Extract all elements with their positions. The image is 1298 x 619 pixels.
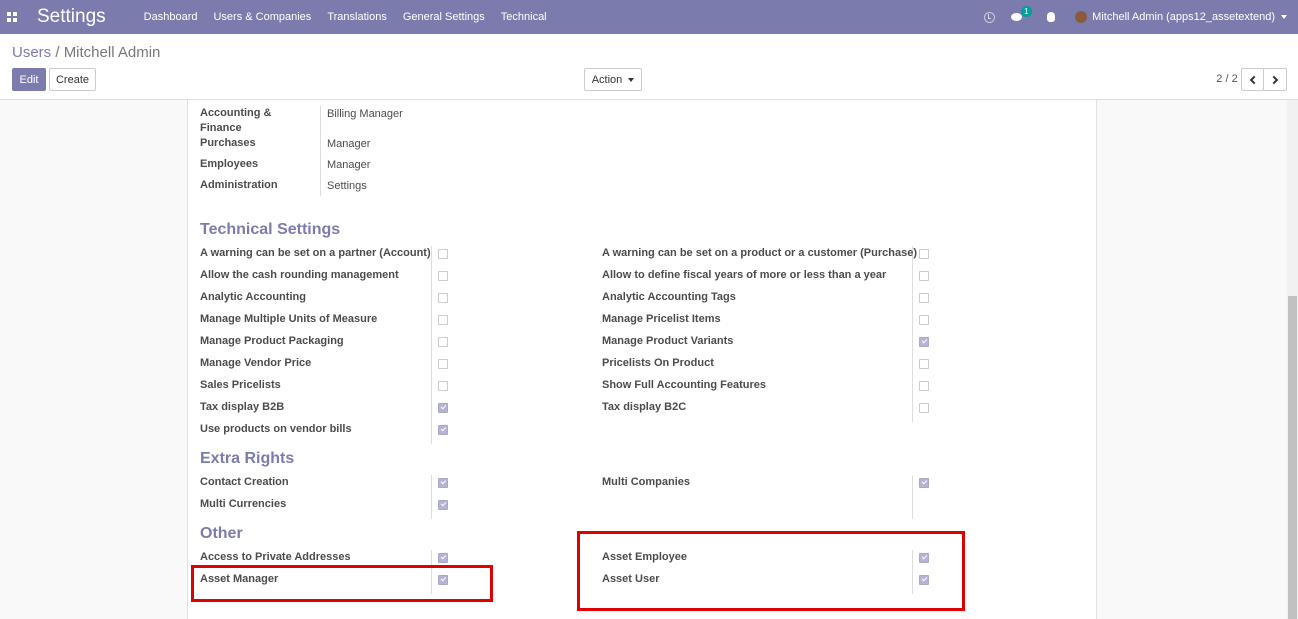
setting-checkbox[interactable] bbox=[919, 403, 929, 413]
setting-label: Sales Pricelists bbox=[200, 379, 281, 391]
breadcrumb-current: Mitchell Admin bbox=[63, 44, 161, 61]
setting-checkbox[interactable] bbox=[438, 425, 448, 435]
scrollbar-thumb[interactable] bbox=[1288, 296, 1297, 619]
setting-label: Tax display B2C bbox=[602, 401, 687, 413]
caret-down-icon bbox=[628, 77, 635, 82]
app-right-label-administration: Administration bbox=[200, 179, 278, 191]
setting-label: Manage Product Variants bbox=[602, 335, 734, 347]
setting-checkbox[interactable] bbox=[438, 553, 448, 563]
setting-checkbox[interactable] bbox=[438, 478, 448, 488]
app-right-label-purchases: Purchases bbox=[200, 137, 256, 149]
column-separator bbox=[912, 246, 913, 422]
caret-down-icon[interactable] bbox=[1281, 15, 1287, 19]
setting-checkbox[interactable] bbox=[919, 249, 929, 259]
column-separator bbox=[912, 475, 913, 519]
setting-label: Contact Creation bbox=[200, 476, 289, 488]
setting-checkbox[interactable] bbox=[919, 271, 929, 281]
setting-checkbox[interactable] bbox=[438, 359, 448, 369]
setting-checkbox[interactable] bbox=[438, 381, 448, 391]
setting-label: Manage Product Packaging bbox=[200, 335, 344, 347]
app-rights-separator bbox=[320, 106, 321, 196]
setting-checkbox[interactable] bbox=[919, 359, 929, 369]
app-right-value-purchases: Manager bbox=[327, 138, 371, 150]
control-panel: Users / Mitchell Admin Edit Create Actio… bbox=[0, 34, 1298, 100]
setting-label: Use products on vendor bills bbox=[200, 423, 352, 435]
setting-label: Multi Currencies bbox=[200, 498, 287, 510]
chat-icon[interactable]: 1 bbox=[1011, 6, 1032, 22]
setting-checkbox[interactable] bbox=[438, 500, 448, 510]
menu-dashboard[interactable]: Dashboard bbox=[144, 11, 198, 23]
action-dropdown[interactable]: Action bbox=[584, 68, 642, 91]
setting-label: Manage Pricelist Items bbox=[602, 313, 721, 325]
setting-label: Allow to define fiscal years of more or … bbox=[602, 269, 887, 281]
breadcrumb: Users / Mitchell Admin bbox=[12, 44, 160, 61]
setting-label: Analytic Accounting Tags bbox=[602, 291, 736, 303]
setting-label: A warning can be set on a product or a c… bbox=[602, 247, 917, 259]
setting-label: Show Full Accounting Features bbox=[602, 379, 766, 391]
setting-label: Access to Private Addresses bbox=[200, 551, 351, 563]
chat-badge: 1 bbox=[1021, 6, 1032, 17]
main-menu: Dashboard Users & Companies Translations… bbox=[144, 11, 563, 23]
setting-checkbox[interactable] bbox=[919, 315, 929, 325]
highlight-box-asset-manager bbox=[191, 565, 493, 602]
setting-checkbox[interactable] bbox=[919, 381, 929, 391]
setting-checkbox[interactable] bbox=[438, 271, 448, 281]
section-title-other: Other bbox=[200, 525, 243, 542]
app-right-label-accounting: Accounting & Finance bbox=[200, 107, 272, 134]
setting-checkbox[interactable] bbox=[438, 337, 448, 347]
setting-label: Manage Vendor Price bbox=[200, 357, 312, 369]
user-menu[interactable]: Mitchell Admin (apps12_assetextend) bbox=[1092, 11, 1275, 23]
setting-label: Tax display B2B bbox=[200, 401, 285, 413]
app-right-value-employees: Manager bbox=[327, 159, 371, 171]
top-navbar: Settings Dashboard Users & Companies Tra… bbox=[0, 0, 1298, 34]
app-title: Settings bbox=[37, 6, 106, 27]
column-separator bbox=[431, 475, 432, 519]
pager-next-button[interactable] bbox=[1263, 68, 1287, 91]
action-label: Action bbox=[591, 73, 623, 86]
bug-icon[interactable] bbox=[1047, 12, 1056, 22]
setting-label: Allow the cash rounding management bbox=[200, 269, 399, 281]
setting-label: Pricelists On Product bbox=[602, 357, 714, 369]
create-button[interactable]: Create bbox=[49, 68, 96, 91]
setting-checkbox[interactable] bbox=[438, 403, 448, 413]
app-right-value-accounting: Billing Manager bbox=[327, 108, 403, 120]
setting-checkbox[interactable] bbox=[438, 249, 448, 259]
setting-checkbox[interactable] bbox=[919, 293, 929, 303]
pager-previous-button[interactable] bbox=[1241, 68, 1264, 91]
setting-checkbox[interactable] bbox=[919, 337, 929, 347]
app-right-value-administration: Settings bbox=[327, 180, 367, 192]
section-title-extra-rights: Extra Rights bbox=[200, 450, 295, 467]
navbar-systray: 1 Mitchell Admin (apps12_assetextend) bbox=[984, 0, 1298, 34]
menu-translations[interactable]: Translations bbox=[327, 11, 387, 23]
apps-icon[interactable] bbox=[7, 11, 18, 23]
setting-checkbox[interactable] bbox=[438, 315, 448, 325]
clock-icon[interactable] bbox=[984, 11, 996, 23]
menu-general-settings[interactable]: General Settings bbox=[403, 11, 485, 23]
menu-technical[interactable]: Technical bbox=[501, 11, 547, 23]
column-separator bbox=[431, 246, 432, 444]
setting-checkbox[interactable] bbox=[919, 478, 929, 488]
edit-button[interactable]: Edit bbox=[12, 68, 46, 91]
highlight-box-asset-employee-user bbox=[577, 531, 965, 611]
pager-value[interactable]: 2 / 2 bbox=[1212, 73, 1242, 85]
chevron-left-icon bbox=[1249, 75, 1259, 84]
app-right-label-employees: Employees bbox=[200, 158, 259, 170]
setting-label: Analytic Accounting bbox=[200, 291, 306, 303]
setting-checkbox[interactable] bbox=[438, 293, 448, 303]
section-title-technical-settings: Technical Settings bbox=[200, 221, 341, 238]
avatar[interactable] bbox=[1075, 11, 1088, 23]
breadcrumb-separator: / bbox=[55, 44, 60, 61]
chevron-right-icon bbox=[1269, 75, 1278, 84]
setting-label: Multi Companies bbox=[602, 476, 691, 488]
setting-label: A warning can be set on a partner (Accou… bbox=[200, 247, 431, 259]
menu-users-companies[interactable]: Users & Companies bbox=[213, 11, 311, 23]
setting-label: Manage Multiple Units of Measure bbox=[200, 313, 378, 325]
breadcrumb-users[interactable]: Users bbox=[12, 44, 51, 61]
